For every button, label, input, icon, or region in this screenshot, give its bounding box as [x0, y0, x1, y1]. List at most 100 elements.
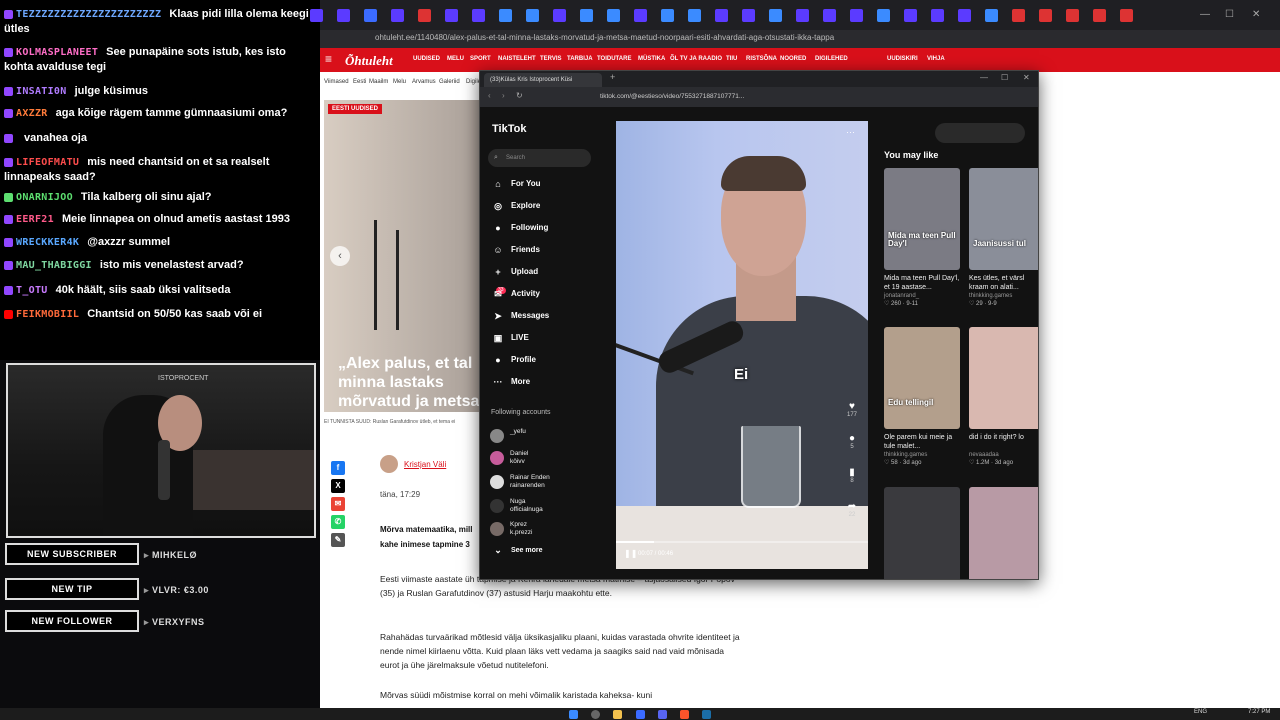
account-name[interactable]: Rainar Enden rainarenden [510, 474, 550, 490]
browser-tab-favicon-icon[interactable] [580, 9, 593, 22]
article-hero-image[interactable]: EESTI UUDISED ‹ „Alex palus, et tal minn… [324, 100, 484, 412]
nav-item[interactable]: NAISTELEHT [498, 56, 536, 62]
video-author[interactable]: thinkking.games [969, 293, 1038, 299]
browser-tab-favicon-icon[interactable] [553, 9, 566, 22]
video-thumbnail[interactable] [969, 487, 1038, 579]
brave-icon[interactable] [680, 710, 689, 719]
subnav-item[interactable]: Galeriid [439, 79, 460, 85]
email-share-icon[interactable]: ✉ [331, 497, 345, 511]
chat-username[interactable]: WRECKKER4K [16, 237, 79, 248]
share-icon[interactable]: ➦ [844, 501, 860, 512]
nav-item[interactable]: TERVIS [540, 56, 562, 62]
browser-tab-favicon-icon[interactable] [391, 9, 404, 22]
browser-tab-favicon-icon[interactable] [769, 9, 782, 22]
minimize-icon[interactable]: — [980, 73, 988, 82]
subnav-item[interactable]: Maailm [369, 79, 388, 85]
account-avatar[interactable] [490, 451, 504, 465]
browser-tab-favicon-icon[interactable] [1093, 9, 1106, 22]
file-explorer-icon[interactable] [613, 710, 622, 719]
ohtuleht-logo[interactable]: Õhtuleht [345, 53, 393, 69]
video-thumbnail[interactable] [969, 327, 1038, 429]
new-tab-icon[interactable]: + [610, 72, 615, 82]
tiktok-nav-for-you[interactable]: ⌂ For You [492, 177, 540, 191]
forward-icon[interactable]: › [502, 91, 505, 100]
chat-username[interactable]: T_OTU [16, 285, 48, 296]
subnav-item[interactable]: Viimased [324, 79, 349, 85]
video-action[interactable]: ● 5 [844, 433, 860, 450]
browser-tab-favicon-icon[interactable] [931, 9, 944, 22]
bookmark-icon[interactable]: ▮ [844, 467, 860, 478]
tiktok-nav-explore[interactable]: ◎ Explore [492, 199, 540, 213]
tiktok-search-input[interactable]: Search [488, 149, 591, 167]
chat-username[interactable]: ONARNIJOO [16, 192, 73, 203]
account-name[interactable]: Nuga officialnuga [510, 498, 543, 514]
windows-start-icon[interactable] [569, 710, 578, 719]
nav-item[interactable]: UUDISED [413, 56, 440, 62]
video-title[interactable]: did i do it right? lo [969, 433, 1038, 451]
nav-item[interactable]: SPORT [470, 56, 491, 62]
browser-tab-favicon-icon[interactable] [499, 9, 512, 22]
clock[interactable]: 7:27 PM [1248, 709, 1270, 715]
browser-tab-favicon-icon[interactable] [958, 9, 971, 22]
comment-icon[interactable]: ● [844, 433, 860, 444]
video-action[interactable]: ♥ 177 [844, 401, 860, 418]
url-text[interactable]: ohtuleht.ee/1140480/alex-palus-et-tal-mi… [375, 33, 834, 42]
browser-tab-favicon-icon[interactable] [445, 9, 458, 22]
account-avatar[interactable] [490, 499, 504, 513]
tiktok-logo[interactable]: TikTok [492, 123, 526, 135]
browser-tab-strip[interactable]: — ☐ ✕ [310, 0, 1280, 30]
browser-tab-favicon-icon[interactable] [1066, 9, 1079, 22]
tiktok-video-player[interactable]: Ei ··· ❚❚ 00:07 / 00:46 [616, 121, 868, 569]
nav-item[interactable]: TARBIJA [567, 56, 593, 62]
recommended-video[interactable]: Edu tellingil Ole parem kui meie ja tule … [884, 327, 960, 466]
browser-tab-favicon-icon[interactable] [1039, 9, 1052, 22]
browser-tab-favicon-icon[interactable] [823, 9, 836, 22]
video-author[interactable]: nevaaadaa [969, 452, 1038, 458]
video-title[interactable]: Ole parem kui meie ja tule malet... [884, 433, 960, 451]
whatsapp-share-icon[interactable]: ✆ [331, 515, 345, 529]
account-avatar[interactable] [490, 475, 504, 489]
browser-tab-favicon-icon[interactable] [742, 9, 755, 22]
like-icon[interactable]: ♥ [844, 401, 860, 412]
browser-tab-favicon-icon[interactable] [526, 9, 539, 22]
nav-item[interactable]: ÕL TV JA RAADIO [670, 56, 722, 62]
pause-icon[interactable]: ❚❚ [624, 549, 637, 558]
nav-item[interactable]: MÜSTIKA [638, 56, 665, 62]
tiktok-nav-messages[interactable]: ➤ Messages [492, 309, 549, 323]
browser-tab-favicon-icon[interactable] [715, 9, 728, 22]
browser-tab-favicon-icon[interactable] [1012, 9, 1025, 22]
nav-item[interactable]: DIGILEHED [815, 56, 848, 62]
nav-item[interactable]: VIHJA [927, 56, 945, 62]
video-thumbnail[interactable] [884, 487, 960, 579]
tiktok-nav-following[interactable]: ● Following [492, 221, 548, 235]
language-indicator[interactable]: ENG [1194, 709, 1207, 715]
back-icon[interactable]: ‹ [488, 91, 491, 100]
subnav-item[interactable]: Arvamus [412, 79, 436, 85]
tiktok-nav-activity[interactable]: ✉ Activity [492, 287, 540, 301]
chat-username[interactable]: MAU_THABIGGI [16, 260, 92, 271]
nav-item[interactable]: TIIU [726, 56, 737, 62]
video-thumbnail[interactable]: Jaanisussi tul [969, 168, 1038, 270]
chat-username[interactable]: LIFEOFMATU [16, 157, 79, 168]
account-name[interactable]: _yefu [510, 428, 526, 436]
tiktok-tab[interactable]: (33)Külas Kris Istoprocent Küsi [484, 73, 602, 87]
video-author[interactable]: thinkking.games [884, 452, 960, 458]
nav-item[interactable]: NOORED [780, 56, 806, 62]
nav-item[interactable]: TOIDUTARE [597, 56, 631, 62]
maximize-icon[interactable]: ☐ [1001, 73, 1008, 82]
recommended-video[interactable] [884, 487, 960, 579]
recommended-video[interactable]: Jaanisussi tul Kes ütles, et värsl kraam … [969, 168, 1038, 307]
tiktok-url[interactable]: tiktok.com/@eestiesо/video/7553271887107… [600, 93, 744, 100]
tiktok-nav-live[interactable]: ▣ LIVE [492, 331, 529, 345]
chat-username[interactable]: EERF21 [16, 214, 54, 225]
article-headline[interactable]: „Alex palus, et tal minna lastaks mõrvat… [338, 354, 484, 412]
hamburger-menu-icon[interactable]: ≡ [325, 52, 332, 66]
browser-tab-favicon-icon[interactable] [634, 9, 647, 22]
tiktok-nav-upload[interactable]: + Upload [492, 265, 538, 279]
app-icon[interactable] [636, 710, 645, 719]
video-thumbnail[interactable]: Edu tellingil [884, 327, 960, 429]
x-share-icon[interactable]: X [331, 479, 345, 493]
author-name[interactable]: Kristjan Väli [404, 460, 446, 469]
nav-item[interactable]: MELU [447, 56, 464, 62]
close-icon[interactable]: ✕ [1252, 9, 1260, 20]
